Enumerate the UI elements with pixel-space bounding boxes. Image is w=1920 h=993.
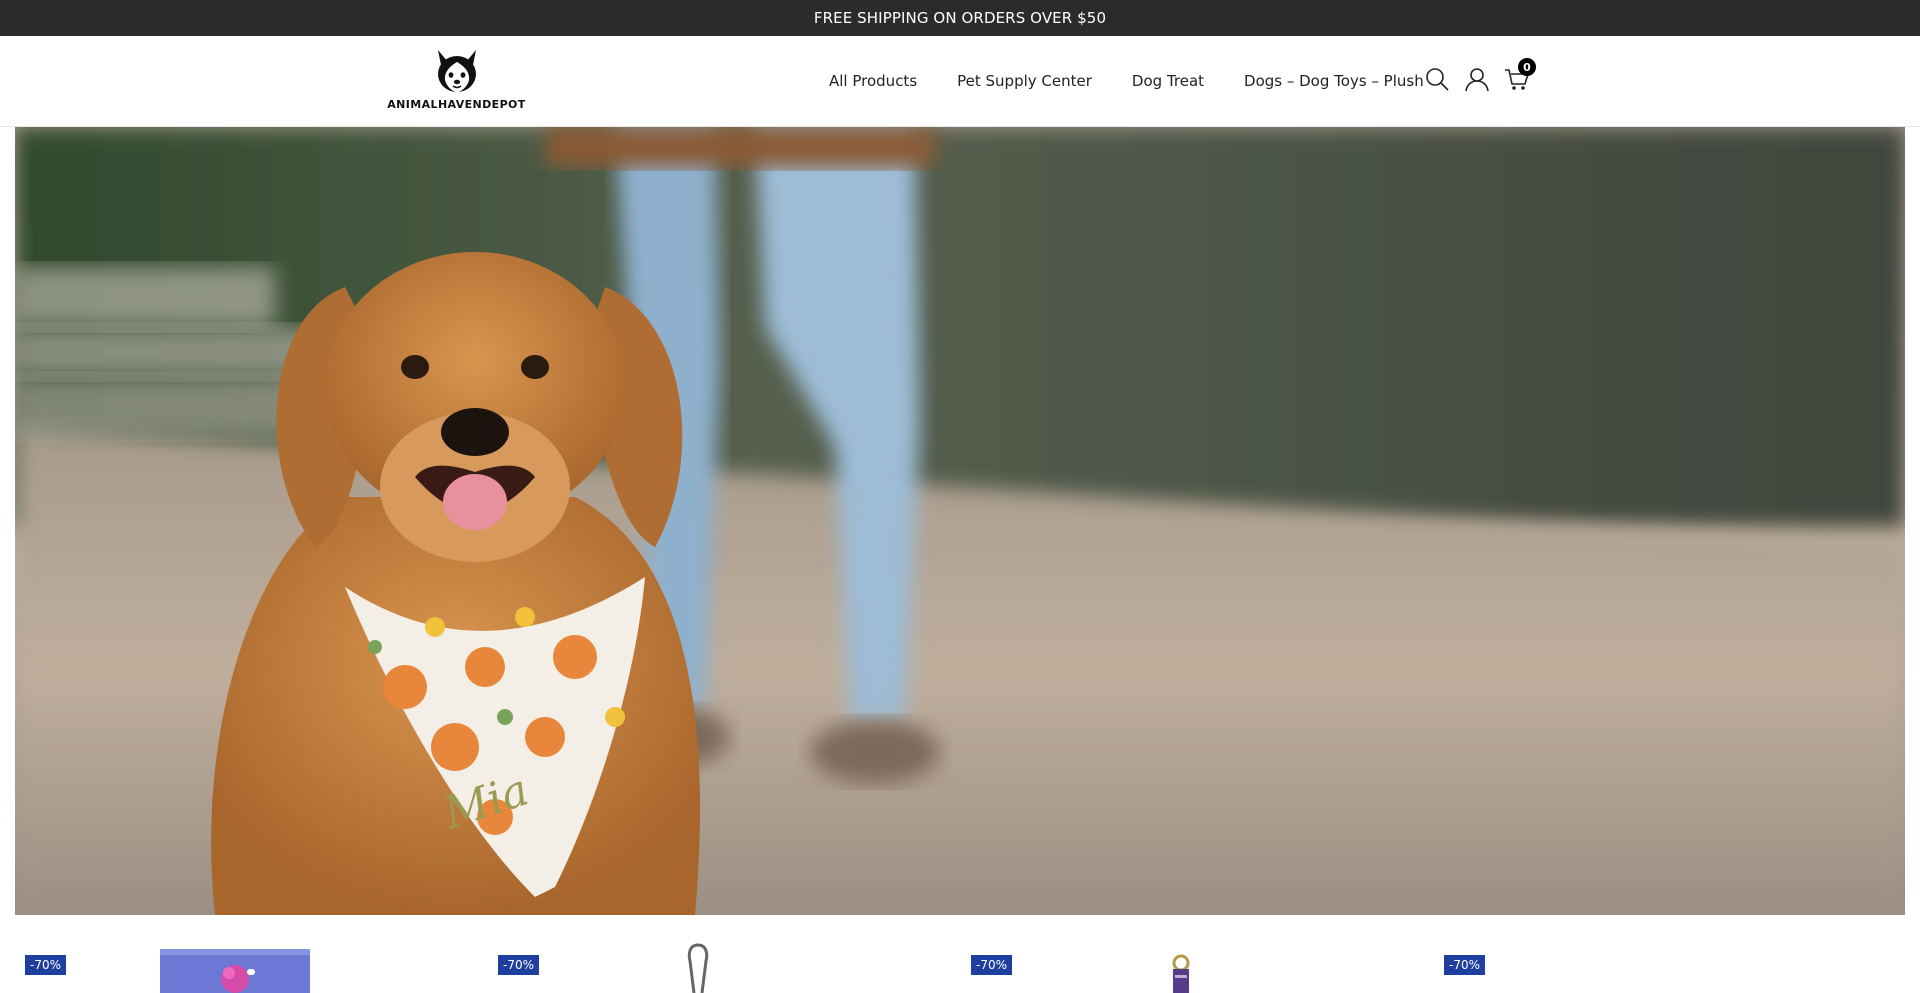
announcement-bar: FREE SHIPPING ON ORDERS OVER $50 — [0, 0, 1920, 36]
cart-button[interactable]: 0 — [1504, 58, 1536, 92]
logo[interactable]: ANIMALHAVENDEPOT — [384, 48, 529, 118]
discount-badge: -70% — [25, 955, 67, 975]
product-card[interactable]: -70% — [15, 915, 475, 993]
product-card[interactable]: -70% — [488, 915, 948, 993]
product-thumbnail — [160, 949, 310, 993]
hero-dog-photo: Mia — [15, 127, 1905, 915]
discount-badge: -70% — [971, 955, 1013, 975]
discount-badge: -70% — [498, 955, 540, 975]
nav-dog-toys-plush[interactable]: Dogs – Dog Toys – Plush — [1244, 72, 1424, 90]
main-nav: All Products Pet Supply Center Dog Treat… — [829, 72, 1464, 90]
product-card[interactable]: -70% — [961, 915, 1421, 993]
product-card[interactable]: -70% — [1434, 915, 1894, 993]
nav-pet-supply-center[interactable]: Pet Supply Center — [957, 72, 1092, 90]
header-icons: 0 — [1424, 58, 1544, 92]
product-grid: -70% -70% -70% -70% — [0, 915, 1920, 993]
user-icon — [1465, 68, 1489, 92]
account-button[interactable] — [1464, 66, 1490, 92]
nav-all-products[interactable]: All Products — [829, 72, 917, 90]
nav-dog-treat[interactable]: Dog Treat — [1132, 72, 1204, 90]
logo-text: ANIMALHAVENDEPOT — [387, 98, 526, 111]
search-button[interactable] — [1424, 66, 1450, 92]
search-icon — [1426, 68, 1449, 91]
announcement-text: FREE SHIPPING ON ORDERS OVER $50 — [813, 9, 1107, 27]
cart-count-badge: 0 — [1518, 58, 1536, 76]
husky-logo-icon — [437, 50, 476, 92]
product-thumbnail — [1172, 954, 1190, 993]
hero-banner[interactable]: Mia — [15, 127, 1905, 915]
discount-badge: -70% — [1444, 955, 1486, 975]
product-thumbnail — [687, 943, 709, 993]
site-header: ANIMALHAVENDEPOT All Products Pet Supply… — [0, 36, 1920, 127]
